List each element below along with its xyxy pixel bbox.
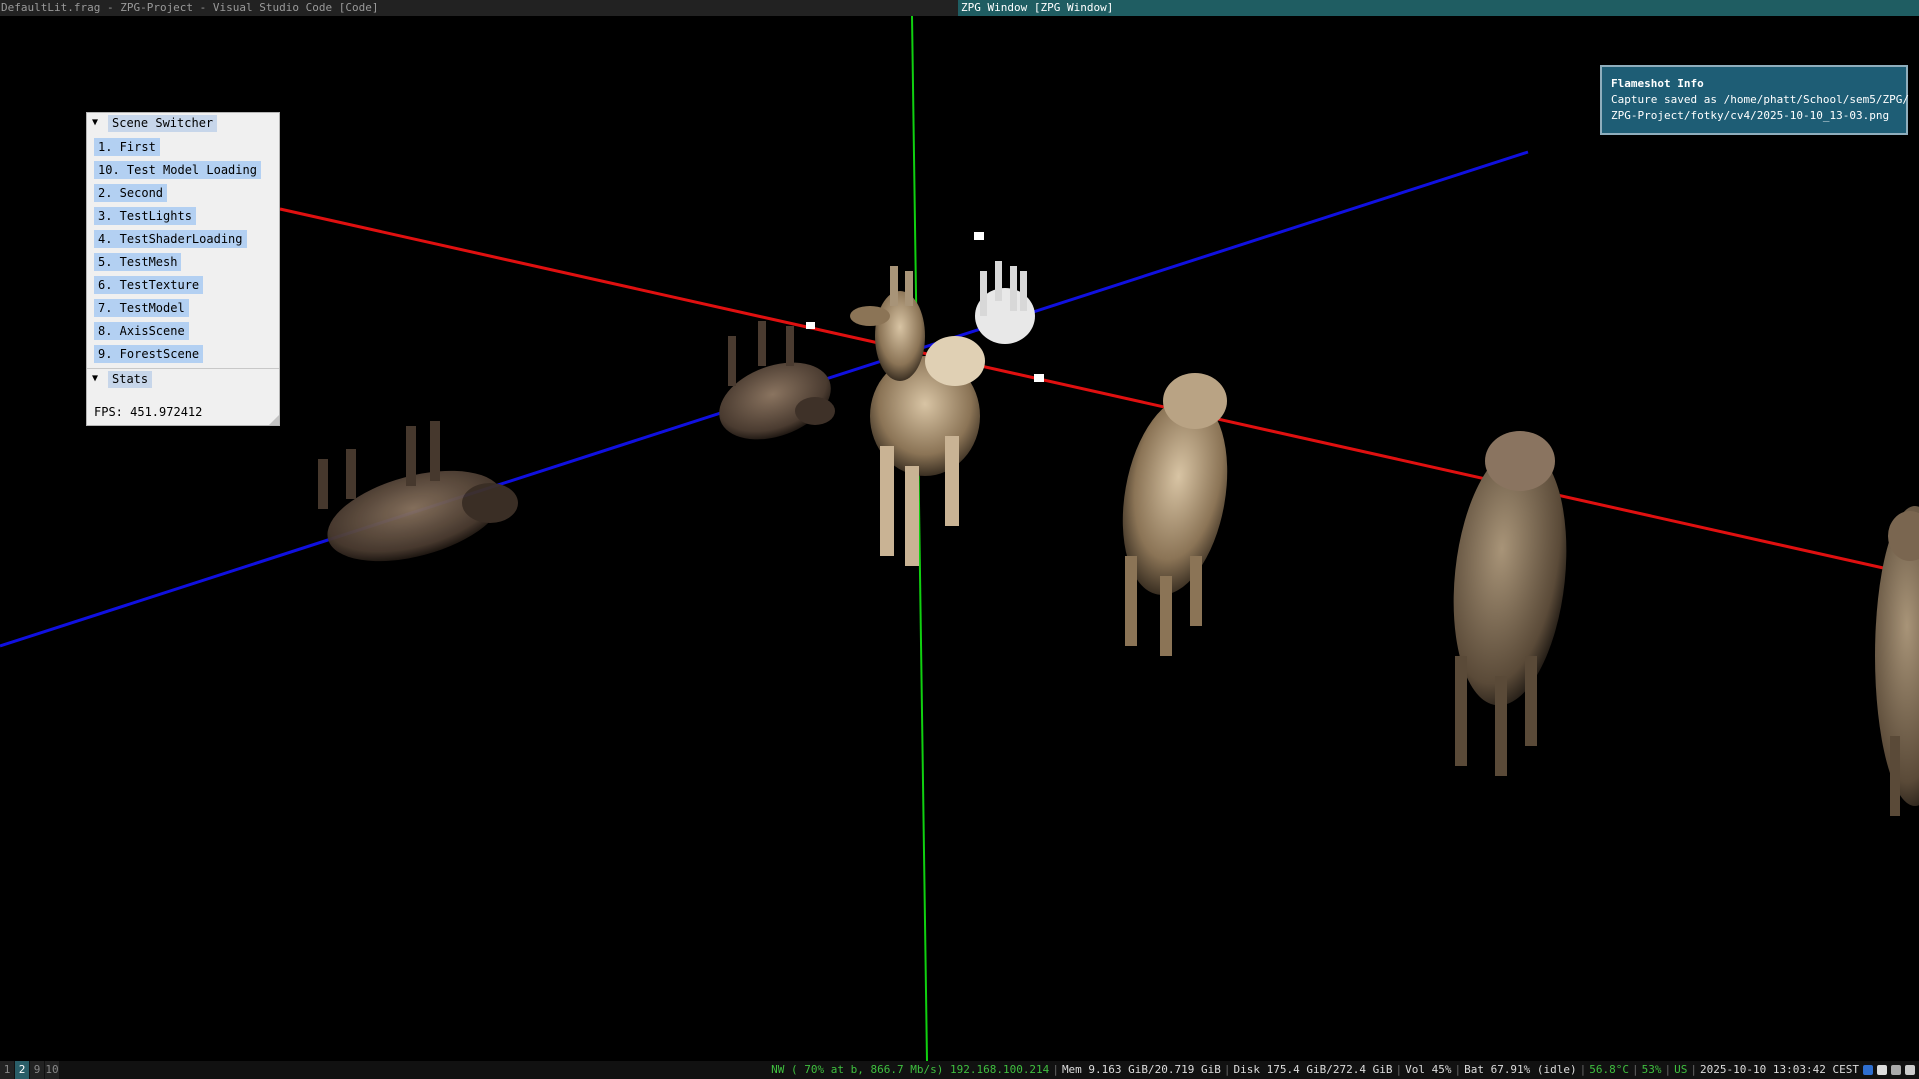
scene-button-testmodel[interactable]: 7. TestModel <box>94 299 189 317</box>
fps-readout: FPS: 451.972412 <box>94 405 203 419</box>
light-cube <box>974 232 984 240</box>
wifi-icon[interactable] <box>1905 1065 1915 1075</box>
zpg-window-title[interactable]: ZPG Window [ZPG Window] <box>958 0 1919 16</box>
network-status: NW ( 70% at b, 866.7 Mb/s) 192.168.100.2… <box>771 1063 1050 1076</box>
status-bar: 1 2 9 10 NW ( 70% at b, 866.7 Mb/s) 192.168… <box>0 1061 1919 1079</box>
workspace-9[interactable]: 9 <box>30 1061 44 1079</box>
scene-button-test-model-loading[interactable]: 10. Test Model Loading <box>94 161 261 179</box>
chat-icon[interactable] <box>1891 1065 1901 1075</box>
collapse-arrow-icon[interactable]: ▼ <box>92 117 102 129</box>
resize-grip-icon[interactable] <box>269 415 279 425</box>
notification-body-line: Capture saved as /home/phatt/School/sem5… <box>1611 93 1910 106</box>
workspace-2[interactable]: 2 <box>15 1061 29 1079</box>
notification-title: Flameshot Info <box>1611 77 1704 90</box>
stats-header[interactable]: ▼ Stats <box>87 368 279 390</box>
scene-list: 1. First 10. Test Model Loading 2. Secon… <box>87 134 279 363</box>
temperature-status: 56.8°C <box>1589 1063 1630 1076</box>
imgui-panel: ▼ Scene Switcher 1. First 10. Test Model… <box>86 112 280 426</box>
keyboard-layout: US <box>1674 1063 1688 1076</box>
light-cube <box>1034 374 1044 382</box>
collapse-arrow-icon[interactable]: ▼ <box>92 373 102 385</box>
window-titlebar: DefaultLit.frag - ZPG-Project - Visual S… <box>0 0 1919 16</box>
scene-button-second[interactable]: 2. Second <box>94 184 168 202</box>
volume-status: Vol 45% <box>1405 1063 1452 1076</box>
bluetooth-icon[interactable] <box>1863 1065 1873 1075</box>
workspace-10[interactable]: 10 <box>45 1061 59 1079</box>
notification-body-line: ZPG-Project/fotky/cv4/2025-10-10_13-03.p… <box>1611 109 1890 122</box>
scene-button-testmesh[interactable]: 5. TestMesh <box>94 253 182 271</box>
render-viewport[interactable]: ▼ Scene Switcher 1. First 10. Test Model… <box>0 16 1919 1061</box>
workspace-1[interactable]: 1 <box>0 1061 14 1079</box>
hyena-model <box>318 421 518 562</box>
scene-switcher-title: Scene Switcher <box>108 115 218 132</box>
vscode-window-title[interactable]: DefaultLit.frag - ZPG-Project - Visual S… <box>0 0 959 16</box>
scene-button-axisscene[interactable]: 8. AxisScene <box>94 322 189 340</box>
scene-switcher-header[interactable]: ▼ Scene Switcher <box>87 113 279 134</box>
status-segments: NW ( 70% at b, 866.7 Mb/s) 192.168.100.2… <box>771 1061 1915 1079</box>
discord-icon[interactable] <box>1877 1065 1887 1075</box>
x-axis-line <box>279 207 1919 578</box>
hyena-model <box>850 266 925 381</box>
scene-button-first[interactable]: 1. First <box>94 138 160 156</box>
hyena-model <box>1122 373 1228 656</box>
hyena-model <box>719 321 835 440</box>
scene-button-testtexture[interactable]: 6. TestTexture <box>94 276 204 294</box>
scene-button-testshaderloading[interactable]: 4. TestShaderLoading <box>94 230 247 248</box>
flameshot-notification[interactable]: Flameshot Info Capture saved as /home/ph… <box>1600 65 1910 135</box>
hyena-model <box>975 261 1035 344</box>
scene-button-forestscene[interactable]: 9. ForestScene <box>94 345 204 363</box>
datetime: 2025-10-10 13:03:42 CEST <box>1700 1063 1859 1076</box>
battery-status: Bat 67.91% (idle) <box>1464 1063 1577 1076</box>
cpu-status: 53% <box>1641 1063 1662 1076</box>
memory-status: Mem 9.163 GiB/20.719 GiB <box>1061 1063 1221 1076</box>
scene-button-testlights[interactable]: 3. TestLights <box>94 207 196 225</box>
disk-status: Disk 175.4 GiB/272.4 GiB <box>1233 1063 1393 1076</box>
light-cube <box>806 322 815 329</box>
scene-canvas <box>0 16 1919 1061</box>
workspace-switcher: 1 2 9 10 <box>0 1061 60 1079</box>
stats-title: Stats <box>108 371 153 388</box>
hyena-model <box>1875 506 1919 816</box>
hyena-model <box>1453 431 1567 776</box>
